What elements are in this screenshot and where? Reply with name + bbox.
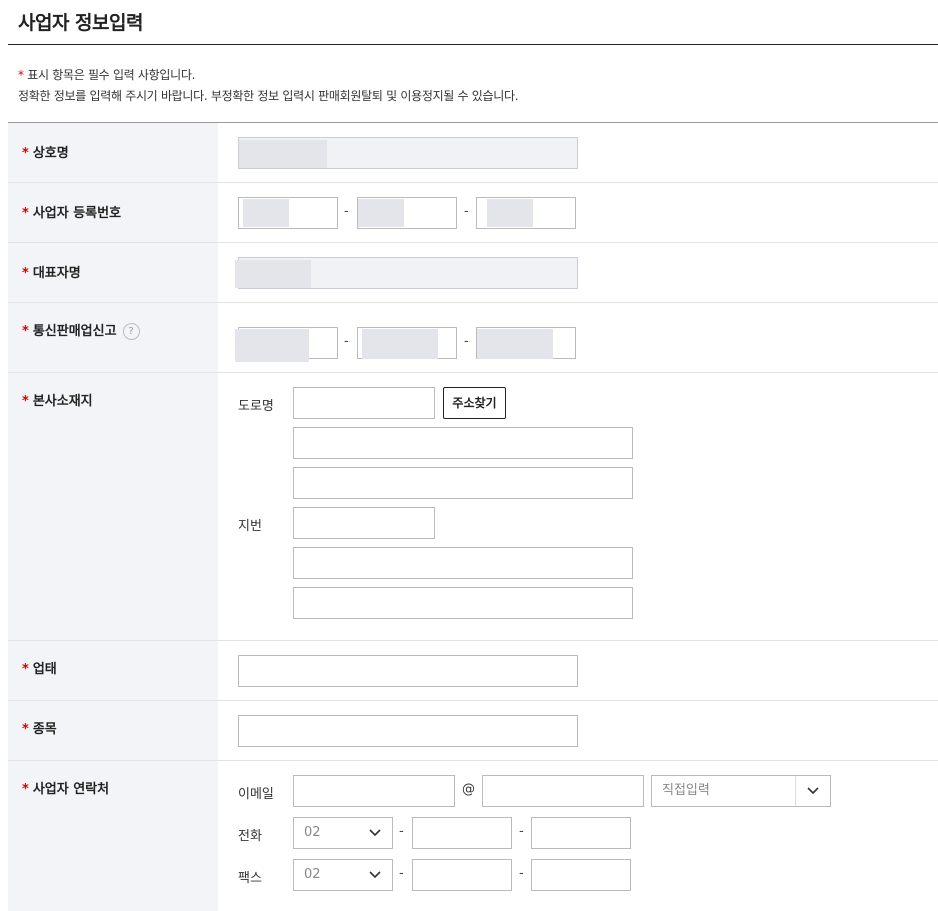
question-circle-icon[interactable]: ? bbox=[122, 323, 140, 340]
phone-middle-input[interactable] bbox=[412, 817, 512, 849]
phone-area-value: 02 bbox=[304, 825, 321, 840]
business-name-label: * 상호명 bbox=[22, 146, 69, 161]
mail-order-part2[interactable] bbox=[357, 327, 457, 359]
page-title: 사업자 정보입력 bbox=[18, 12, 143, 34]
chevron-down-icon bbox=[795, 776, 830, 806]
row-business-contact: * 사업자 연락처 이메일 @ 직접입력 전화 02 - - 팩스 02 - - bbox=[8, 761, 938, 911]
row-header: * 사업자 등록번호 bbox=[8, 183, 218, 242]
row-header: * 업태 bbox=[8, 641, 218, 700]
email-id-input[interactable] bbox=[293, 775, 455, 807]
row-registration-number: * 사업자 등록번호 - - bbox=[8, 183, 938, 243]
dash: - bbox=[399, 824, 404, 839]
contact-label: * 사업자 연락처 bbox=[22, 782, 110, 797]
chevron-down-icon bbox=[358, 818, 392, 848]
address-label: * 본사소재지 bbox=[22, 394, 93, 409]
title-divider bbox=[8, 44, 938, 45]
email-domain-input[interactable] bbox=[482, 775, 644, 807]
dash: - bbox=[399, 866, 404, 881]
row-business-item: * 종목 bbox=[8, 701, 938, 761]
road-zipcode-input[interactable] bbox=[293, 387, 435, 419]
business-type-label: * 업태 bbox=[22, 662, 57, 677]
row-header: * 본사소재지 bbox=[8, 373, 218, 640]
lot-address-input[interactable] bbox=[293, 547, 633, 579]
row-headquarters-address: * 본사소재지 도로명 주소찾기 지번 bbox=[8, 373, 938, 641]
dash: - bbox=[519, 866, 524, 881]
business-item-input[interactable] bbox=[238, 715, 578, 747]
chevron-down-icon bbox=[358, 860, 392, 890]
dash: - bbox=[464, 204, 469, 219]
dash: - bbox=[519, 824, 524, 839]
row-representative: * 대표자명 bbox=[8, 243, 938, 303]
phone-last-input[interactable] bbox=[531, 817, 631, 849]
dash: - bbox=[344, 334, 349, 349]
fax-area-select[interactable]: 02 bbox=[293, 859, 393, 891]
road-address-input[interactable] bbox=[293, 427, 633, 459]
row-header: * 종목 bbox=[8, 701, 218, 760]
registration-number-part3[interactable] bbox=[476, 197, 576, 229]
lot-address-detail-input[interactable] bbox=[293, 587, 633, 619]
row-header: * 상호명 bbox=[8, 123, 218, 182]
business-type-input[interactable] bbox=[238, 655, 578, 687]
registration-number-part2[interactable] bbox=[357, 197, 457, 229]
row-mail-order-report: * 통신판매업신고? - - bbox=[8, 303, 938, 373]
phone-area-select[interactable]: 02 bbox=[293, 817, 393, 849]
fax-last-input[interactable] bbox=[531, 859, 631, 891]
road-address-detail-input[interactable] bbox=[293, 467, 633, 499]
at-sign: @ bbox=[462, 782, 475, 797]
business-item-label: * 종목 bbox=[22, 722, 57, 737]
row-business-type: * 업태 bbox=[8, 641, 938, 701]
row-header: * 통신판매업신고? bbox=[8, 303, 218, 372]
road-address-label: 도로명 bbox=[238, 399, 274, 414]
address-search-button[interactable]: 주소찾기 bbox=[443, 387, 506, 419]
dash: - bbox=[344, 204, 349, 219]
fax-label: 팩스 bbox=[238, 871, 262, 886]
phone-label: 전화 bbox=[238, 829, 262, 844]
business-info-form: * 상호명 * 사업자 등록번호 - - * 대표자명 * 통신판매업신고? - - bbox=[8, 122, 938, 911]
lot-address-label: 지번 bbox=[238, 519, 262, 534]
mail-order-part1[interactable] bbox=[235, 327, 338, 362]
required-note: * 표시 항목은 필수 입력 사항입니다. bbox=[18, 66, 195, 83]
row-header: * 사업자 연락처 bbox=[8, 761, 218, 911]
accuracy-note: 정확한 정보를 입력해 주시기 바랍니다. 부정확한 정보 입력시 판매회원탈퇴… bbox=[18, 89, 519, 103]
email-domain-select[interactable]: 직접입력 bbox=[651, 775, 831, 807]
mail-order-label: * 통신판매업신고? bbox=[22, 320, 140, 340]
representative-label: * 대표자명 bbox=[22, 266, 81, 281]
fax-middle-input[interactable] bbox=[412, 859, 512, 891]
email-domain-select-value: 직접입력 bbox=[662, 783, 710, 798]
business-name-input[interactable] bbox=[238, 137, 578, 169]
registration-number-part1[interactable] bbox=[238, 197, 338, 229]
row-header: * 대표자명 bbox=[8, 243, 218, 302]
required-note-text: 표시 항목은 필수 입력 사항입니다. bbox=[23, 68, 196, 82]
fax-area-value: 02 bbox=[304, 867, 321, 882]
dash: - bbox=[464, 334, 469, 349]
registration-number-label: * 사업자 등록번호 bbox=[22, 206, 122, 221]
row-business-name: * 상호명 bbox=[8, 123, 938, 183]
email-label: 이메일 bbox=[238, 787, 274, 802]
mail-order-part3[interactable] bbox=[476, 327, 576, 359]
lot-zipcode-input[interactable] bbox=[293, 507, 435, 539]
representative-input[interactable] bbox=[235, 257, 578, 289]
